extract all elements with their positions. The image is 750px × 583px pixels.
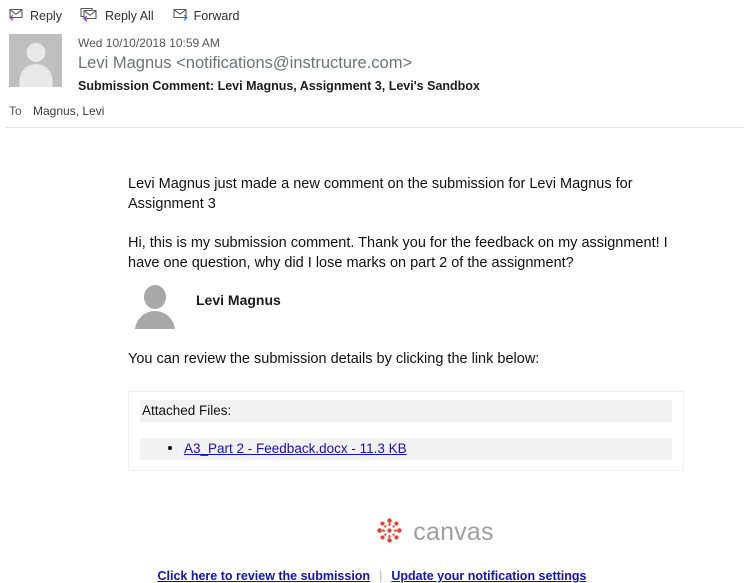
- reply-button[interactable]: Reply: [8, 7, 62, 26]
- avatar-head: [26, 43, 45, 62]
- attachment-link[interactable]: A3_Part 2 - Feedback.docx - 11.3 KB: [184, 441, 407, 456]
- forward-label: Forward: [193, 8, 240, 23]
- recipient-label: To: [9, 104, 22, 118]
- notification-intro-text: Levi Magnus just made a new comment on t…: [128, 176, 633, 212]
- commenter-name: Levi Magnus: [196, 292, 281, 308]
- attached-files-list: A3_Part 2 - Feedback.docx - 11.3 KB: [140, 438, 672, 460]
- canvas-logo-icon: [376, 517, 403, 548]
- reply-all-label: Reply All: [104, 8, 154, 23]
- canvas-branding: canvas: [128, 517, 750, 548]
- reply-all-icon: [80, 7, 100, 26]
- message-body: Levi Magnus just made a new comment on t…: [0, 128, 750, 548]
- message-action-toolbar: Reply Reply All Forward: [0, 0, 750, 30]
- recipient-row: To Magnus, Levi: [0, 95, 750, 118]
- notification-settings-link[interactable]: Update your notification settings: [391, 569, 586, 583]
- review-submission-link[interactable]: Click here to review the submission: [158, 569, 371, 583]
- reply-label: Reply: [30, 8, 62, 23]
- avatar-body: [19, 64, 52, 87]
- footer-links: Click here to review the submission | Up…: [0, 569, 750, 583]
- attached-files-box: Attached Files: A3_Part 2 - Feedback.doc…: [128, 391, 684, 471]
- message-subject: Submission Comment: Levi Magnus, Assignm…: [78, 79, 480, 93]
- recipient-value[interactable]: Magnus, Levi: [33, 104, 104, 118]
- list-item: A3_Part 2 - Feedback.docx - 11.3 KB: [140, 441, 672, 456]
- message-header: Wed 10/10/2018 10:59 AM Levi Magnus <not…: [0, 30, 750, 95]
- message-header-text: Wed 10/10/2018 10:59 AM Levi Magnus <not…: [62, 34, 480, 95]
- review-instruction-text: You can review the submission details by…: [128, 351, 540, 367]
- sender-avatar: [9, 34, 62, 87]
- avatar-body: [134, 311, 175, 329]
- message-sender[interactable]: Levi Magnus <notifications@instructure.c…: [78, 52, 480, 75]
- forward-icon: [172, 7, 189, 26]
- avatar-head: [143, 285, 166, 309]
- forward-button[interactable]: Forward: [172, 7, 240, 26]
- bullet-icon: [168, 446, 172, 450]
- message-date: Wed 10/10/2018 10:59 AM: [78, 36, 220, 50]
- reply-all-button[interactable]: Reply All: [80, 7, 154, 26]
- footer-separator: |: [379, 569, 383, 583]
- submission-comment-text: Hi, this is my submission comment. Thank…: [128, 235, 668, 271]
- reply-icon: [8, 7, 25, 26]
- canvas-wordmark: canvas: [413, 518, 494, 546]
- commenter-block: Levi Magnus: [131, 282, 750, 329]
- attached-files-title: Attached Files:: [140, 400, 672, 422]
- commenter-avatar: [131, 282, 178, 329]
